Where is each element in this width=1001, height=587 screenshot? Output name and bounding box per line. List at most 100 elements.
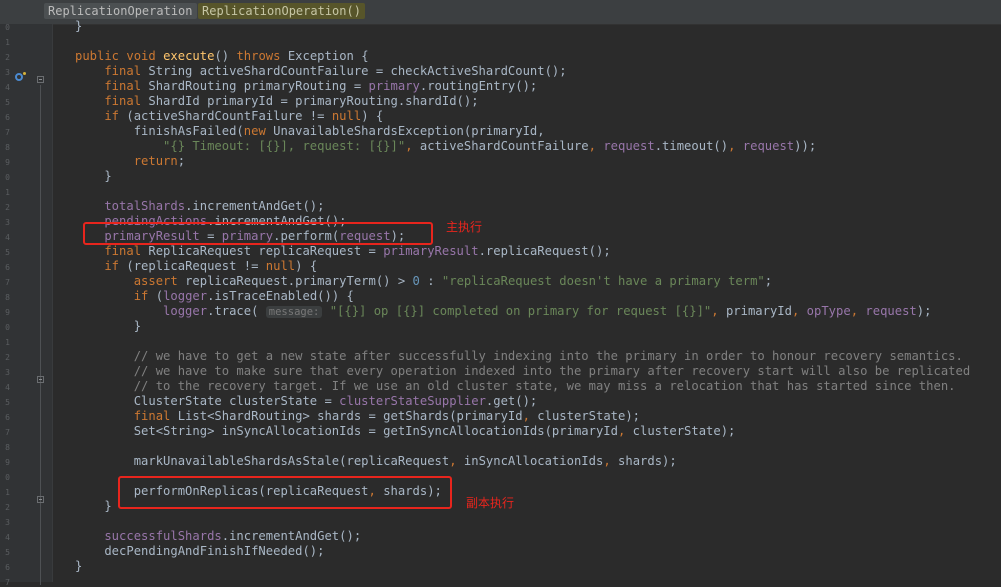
code-token: UnavailableShardsException(primaryId, bbox=[273, 124, 545, 138]
code-line[interactable]: final String activeShardCountFailure = c… bbox=[75, 64, 566, 79]
line-number: 0 bbox=[5, 473, 10, 482]
code-token: public void bbox=[75, 49, 164, 63]
code-token: null bbox=[265, 259, 296, 273]
code-token: ; bbox=[764, 274, 773, 288]
code-line[interactable]: public void execute() throws Exception { bbox=[75, 49, 369, 64]
code-token: inSyncAllocationIds bbox=[463, 454, 604, 468]
code-token: 0 bbox=[412, 274, 428, 288]
fold-toggle-icon[interactable] bbox=[37, 76, 44, 83]
line-number: 0 bbox=[5, 173, 10, 182]
code-line[interactable]: ClusterState clusterState = clusterState… bbox=[75, 394, 538, 409]
override-marker-icon[interactable] bbox=[15, 72, 26, 81]
line-number: 5 bbox=[5, 548, 10, 557]
line-number: 2 bbox=[5, 53, 10, 62]
code-token: )); bbox=[794, 139, 817, 153]
line-number: 3 bbox=[5, 68, 10, 77]
code-line[interactable]: } bbox=[75, 499, 112, 514]
code-token: assert bbox=[75, 274, 186, 288]
code-token: shards); bbox=[618, 454, 677, 468]
code-token: , bbox=[850, 304, 866, 318]
code-token: } bbox=[75, 319, 142, 333]
line-number: 1 bbox=[5, 338, 10, 347]
code-line[interactable]: logger.trace( message: "[{}] op [{}] com… bbox=[75, 304, 931, 319]
line-number: 3 bbox=[5, 368, 10, 377]
code-line[interactable]: // we have to make sure that every opera… bbox=[75, 364, 971, 379]
code-token: (replicaRequest != bbox=[126, 259, 266, 273]
code-token: } bbox=[75, 499, 112, 513]
code-line[interactable]: final List<ShardRouting> shards = getSha… bbox=[75, 409, 640, 424]
line-number: 8 bbox=[5, 143, 10, 152]
code-line[interactable]: if (replicaRequest != null) { bbox=[75, 259, 317, 274]
code-line[interactable]: final ShardId primaryId = primaryRouting… bbox=[75, 94, 479, 109]
line-number: 2 bbox=[5, 353, 10, 362]
fold-toggle-icon[interactable] bbox=[37, 496, 44, 503]
code-token: // we have to make sure that every opera… bbox=[75, 364, 971, 378]
code-line[interactable]: final ReplicaRequest replicaRequest = pr… bbox=[75, 244, 610, 259]
code-token: .incrementAndGet(); bbox=[221, 529, 362, 543]
code-line[interactable]: "{} Timeout: [{}], request: [{}]", activ… bbox=[75, 139, 816, 154]
code-token: return bbox=[75, 154, 178, 168]
code-token: ReplicaRequest replicaRequest = bbox=[148, 244, 384, 258]
code-line[interactable]: } bbox=[75, 559, 82, 574]
line-number: 7 bbox=[5, 428, 10, 437]
code-line[interactable]: } bbox=[75, 19, 82, 34]
code-token: final bbox=[75, 244, 149, 258]
code-token: .isTraceEnabled()) { bbox=[207, 289, 354, 303]
code-token: logger bbox=[163, 289, 208, 303]
code-line[interactable]: // we have to get a new state after succ… bbox=[75, 349, 963, 364]
code-token: Set<String> inSyncAllocationIds = getInS… bbox=[75, 424, 618, 438]
code-token: ) { bbox=[295, 259, 318, 273]
code-token: null bbox=[331, 109, 362, 123]
line-number: 0 bbox=[5, 323, 10, 332]
line-number: 4 bbox=[5, 533, 10, 542]
code-token: final bbox=[75, 94, 149, 108]
code-line[interactable]: } bbox=[75, 169, 111, 184]
code-token: ShardId primaryId = primaryRouting.shard… bbox=[148, 94, 479, 108]
code-line[interactable]: successfulShards.incrementAndGet(); bbox=[75, 529, 361, 544]
code-token: .routingEntry(); bbox=[419, 79, 538, 93]
code-token: : bbox=[427, 274, 442, 288]
code-line[interactable]: // to the recovery target. If we use an … bbox=[75, 379, 956, 394]
fold-toggle-icon[interactable] bbox=[37, 376, 44, 383]
annotation-replica: 副本执行 bbox=[466, 496, 515, 510]
code-token: if bbox=[75, 289, 156, 303]
code-token: Exception { bbox=[287, 49, 369, 63]
code-token: if bbox=[75, 259, 127, 273]
editor-gutter[interactable]: 0 1 2 3 4 5 6 7 8 9 0 1 2 3 4 5 6 7 8 9 0 1 2 3 4 5 6 7 8 9 0 1 2 3 4 5 6 7 bbox=[0, 23, 53, 587]
code-token: ; bbox=[177, 154, 186, 168]
code-token: clusterState); bbox=[537, 409, 641, 423]
code-line[interactable]: decPendingAndFinishIfNeeded(); bbox=[75, 544, 324, 559]
code-token: } bbox=[75, 19, 83, 33]
code-token: List<ShardRouting> shards = getShards(pr… bbox=[177, 409, 523, 423]
code-token: // to the recovery target. If we use an … bbox=[75, 379, 956, 393]
code-line[interactable]: Set<String> inSyncAllocationIds = getInS… bbox=[75, 424, 736, 439]
code-line[interactable]: if (logger.isTraceEnabled()) { bbox=[75, 289, 354, 304]
line-number: 6 bbox=[5, 263, 10, 272]
code-token: request bbox=[865, 304, 917, 318]
code-token: "replicaRequest doesn't have a primary t… bbox=[441, 274, 765, 288]
code-token: .incrementAndGet(); bbox=[185, 199, 325, 213]
code-line[interactable]: if (activeShardCountFailure != null) { bbox=[75, 109, 383, 124]
code-token: replicaRequest.primaryTerm() > bbox=[185, 274, 413, 288]
code-token: "[{}] op [{}] completed on primary for r… bbox=[322, 304, 712, 318]
line-number: 7 bbox=[5, 578, 10, 587]
code-token: primaryResult bbox=[383, 244, 479, 258]
code-line[interactable]: final ShardRouting primaryRouting = prim… bbox=[75, 79, 537, 94]
code-line[interactable]: finishAsFailed(new UnavailableShardsExce… bbox=[75, 124, 545, 139]
code-line[interactable]: totalShards.incrementAndGet(); bbox=[75, 199, 324, 214]
line-number: 9 bbox=[5, 158, 10, 167]
code-token: .trace( bbox=[207, 304, 266, 318]
line-number: 2 bbox=[5, 203, 10, 212]
code-token: , bbox=[711, 304, 726, 318]
code-token: final bbox=[75, 409, 178, 423]
code-token: request bbox=[742, 139, 795, 153]
code-line[interactable]: markUnavailableShardsAsStale(replicaRequ… bbox=[75, 454, 677, 469]
code-line[interactable]: assert replicaRequest.primaryTerm() > 0 … bbox=[75, 274, 772, 289]
parameter-hint: message: bbox=[265, 306, 323, 318]
code-line[interactable]: return; bbox=[75, 154, 185, 169]
code-line[interactable]: } bbox=[75, 319, 141, 334]
code-token: primaryId bbox=[725, 304, 792, 318]
line-number: 4 bbox=[5, 383, 10, 392]
code-token: request bbox=[603, 139, 655, 153]
line-number: 5 bbox=[5, 98, 10, 107]
